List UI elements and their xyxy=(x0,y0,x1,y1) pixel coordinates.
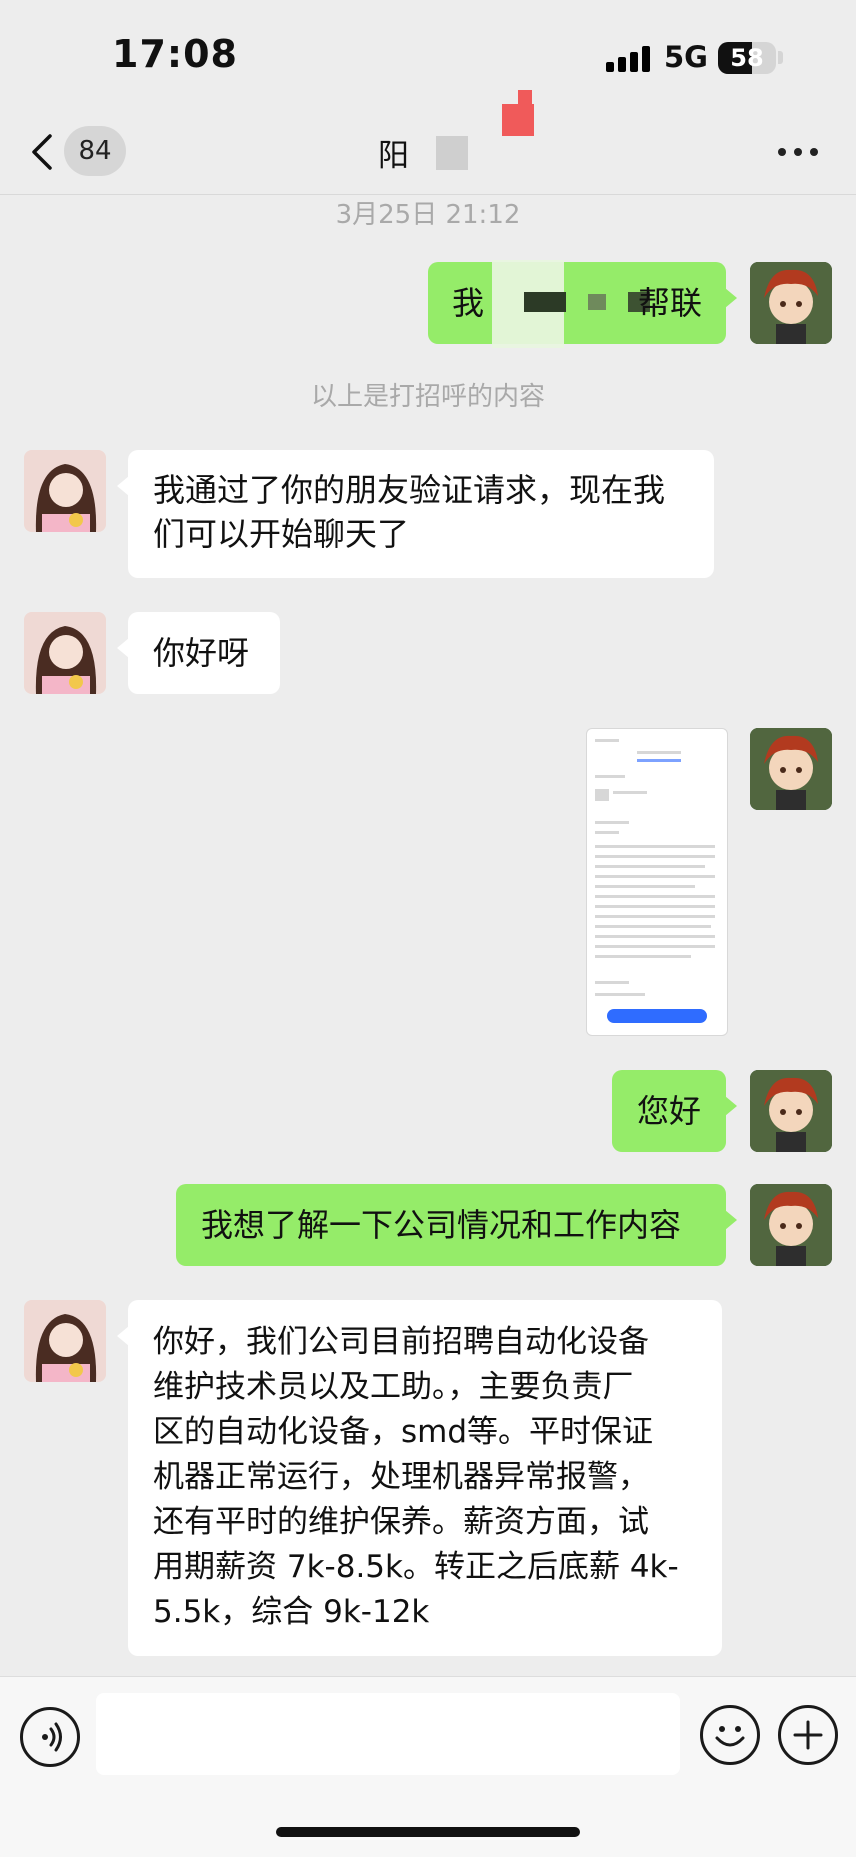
message-input[interactable] xyxy=(96,1693,680,1775)
title-redaction-mark-2 xyxy=(518,90,532,106)
battery-icon: 58 xyxy=(718,42,776,74)
avatar-contact[interactable] xyxy=(24,450,106,532)
status-bar: 17:08 5G 58 xyxy=(0,0,856,110)
message-bubble-self[interactable]: 我 帮联 xyxy=(428,260,737,348)
title-redaction xyxy=(436,136,468,170)
message-text: 您好 xyxy=(637,1092,702,1130)
avatar-self[interactable] xyxy=(750,728,832,810)
message-text-line: 我通过了你的朋友验证请求，现在我 xyxy=(153,471,666,509)
more-dots-icon[interactable] xyxy=(778,148,822,158)
message-text: 你好呀 xyxy=(153,634,250,672)
message-text-line: 们可以开始聊天了 xyxy=(153,515,410,553)
message-bubble-contact[interactable]: 你好，我们公司目前招聘自动化设备 维护技术员以及工助。，主要负责厂 区的自动化设… xyxy=(117,1300,722,1656)
chevron-left-icon[interactable] xyxy=(28,132,58,172)
message-text-line: 机器正常运行，处理机器异常报警， xyxy=(153,1459,649,1495)
message-bubble-self[interactable]: 您好 xyxy=(612,1070,737,1152)
message-text: 我想了解一下公司情况和工作内容 xyxy=(201,1206,682,1244)
chat-title: 阳 xyxy=(378,138,409,174)
avatar-self[interactable] xyxy=(750,1184,832,1266)
message-redaction-dark xyxy=(524,292,566,312)
unread-count-badge[interactable]: 84 xyxy=(64,126,126,176)
cellular-signal-icon xyxy=(606,46,652,72)
message-redaction-dark-2 xyxy=(588,294,606,310)
message-timestamp: 3月25日 21:12 xyxy=(335,200,521,230)
message-text-line: 维护技术员以及工助。，主要负责厂 xyxy=(153,1369,634,1405)
network-type: 5G xyxy=(664,40,708,74)
avatar-self[interactable] xyxy=(750,262,832,344)
title-redaction-mark xyxy=(502,104,534,136)
message-text-line: 你好，我们公司目前招聘自动化设备 xyxy=(153,1324,649,1360)
emoji-icon[interactable] xyxy=(700,1705,760,1765)
avatar-self[interactable] xyxy=(750,1070,832,1152)
message-bubble-contact[interactable]: 我通过了你的朋友验证请求，现在我 们可以开始聊天了 xyxy=(117,450,714,578)
message-bubble-self[interactable]: 我想了解一下公司情况和工作内容 xyxy=(176,1184,737,1266)
avatar-contact[interactable] xyxy=(24,612,106,694)
voice-icon[interactable] xyxy=(20,1707,80,1767)
message-text-end: 帮联 xyxy=(638,284,703,322)
chat-header: 84 阳 xyxy=(0,90,856,195)
home-indicator xyxy=(276,1827,580,1837)
message-text-line: 还有平时的维护保养。薪资方面，试 xyxy=(153,1504,649,1540)
plus-icon[interactable] xyxy=(778,1705,838,1765)
message-text-start: 我 xyxy=(452,284,485,322)
input-bar xyxy=(0,1676,856,1857)
message-text-line: 区的自动化设备，smd等。平时保证 xyxy=(153,1414,654,1450)
message-text-line: 5.5k，综合 9k-12k xyxy=(153,1594,430,1630)
message-text-line: 用期薪资 7k-8.5k。转正之后底薪 4k- xyxy=(153,1549,679,1585)
status-time: 17:08 xyxy=(112,32,238,76)
message-bubble-contact[interactable]: 你好呀 xyxy=(117,612,280,694)
avatar-contact[interactable] xyxy=(24,1300,106,1382)
image-message-thumbnail[interactable] xyxy=(586,728,728,1036)
system-note: 以上是打招呼的内容 xyxy=(310,382,545,412)
battery-tip xyxy=(778,51,783,64)
battery-level: 58 xyxy=(730,44,764,72)
